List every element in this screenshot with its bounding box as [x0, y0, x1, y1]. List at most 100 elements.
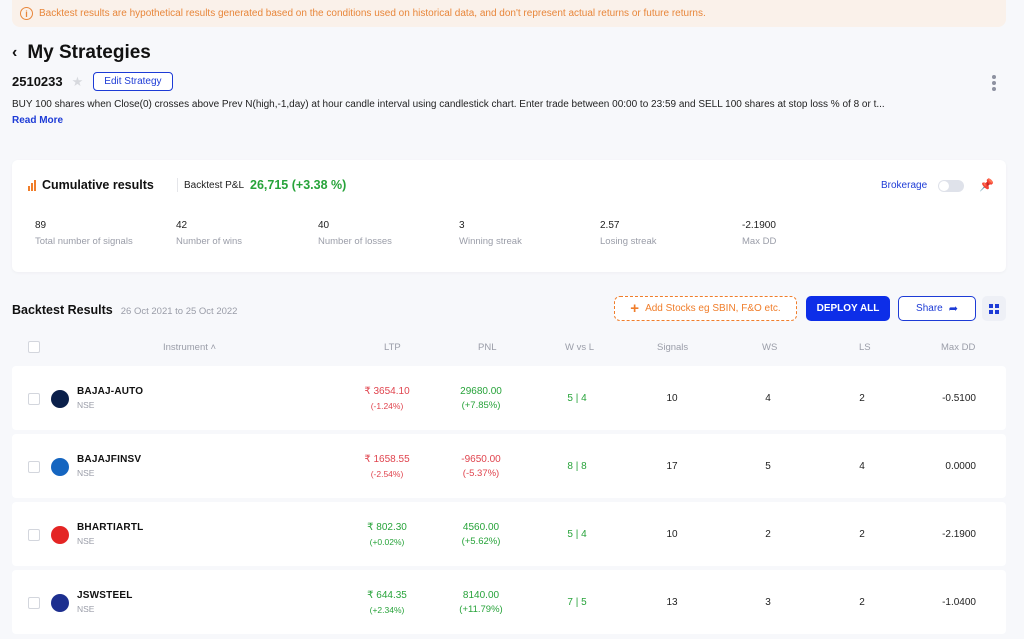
instrument-exchange: NSE — [77, 604, 95, 614]
signals-value: 10 — [666, 393, 678, 404]
stat-value: 89 — [35, 220, 47, 231]
pnl-value: 26,715 (+3.38 %) — [250, 178, 347, 192]
instrument-exchange: NSE — [77, 400, 95, 410]
pnl-percent: (+11.79%) — [459, 604, 503, 615]
disclaimer-banner: i Backtest results are hypothetical resu… — [12, 0, 1006, 27]
stat-label: Number of losses — [318, 236, 392, 247]
pnl-cell: -9650.00 (-5.37%) — [441, 454, 521, 479]
row-checkbox[interactable] — [28, 529, 40, 541]
results-date-range: 26 Oct 2021 to 25 Oct 2022 — [120, 306, 238, 317]
share-button[interactable]: Share ➦ — [898, 296, 976, 321]
more-options-icon[interactable] — [991, 75, 997, 91]
stock-logo-icon — [51, 458, 69, 476]
ls-value: 2 — [859, 529, 865, 540]
row-checkbox[interactable] — [28, 393, 40, 405]
ltp-change: (-2.54%) — [370, 469, 404, 479]
max-dd-value: -2.1900 — [942, 529, 976, 540]
edit-strategy-button[interactable]: Edit Strategy — [93, 72, 173, 91]
instrument-symbol: BAJAJFINSV — [77, 454, 142, 465]
deploy-all-button[interactable]: DEPLOY ALL — [806, 296, 890, 321]
page-title: My Strategies — [27, 42, 151, 63]
table-row[interactable]: BAJAJ-AUTO NSE ₹ 3654.10 (-1.24%) 29680.00 (+… — [12, 366, 1006, 430]
cumulative-results-card: Cumulative results Backtest P&L 26,715 (… — [12, 160, 1006, 272]
stat-winning-streak: 3 Winning streak — [459, 220, 522, 247]
row-checkbox[interactable] — [28, 461, 40, 473]
instrument-cell[interactable]: BAJAJ-AUTO NSE — [77, 386, 143, 410]
back-chevron-icon[interactable]: ‹ — [12, 44, 17, 62]
stat-label: Losing streak — [600, 236, 657, 247]
table-row[interactable]: BAJAJFINSV NSE ₹ 1658.55 (-2.54%) -9650.00 (-… — [12, 434, 1006, 498]
row-checkbox[interactable] — [28, 597, 40, 609]
stat-value: 2.57 — [600, 220, 620, 231]
grid-view-icon[interactable] — [982, 296, 1006, 321]
stock-logo-icon — [51, 594, 69, 612]
stock-logo-icon — [51, 390, 69, 408]
instrument-symbol: BAJAJ-AUTO — [77, 386, 144, 397]
backtest-pnl: Backtest P&L 26,715 (+3.38 %) — [177, 178, 346, 192]
ws-value: 2 — [765, 529, 771, 540]
w-vs-l-value: 7 | 5 — [567, 597, 587, 608]
stat-losses: 40 Number of losses — [318, 220, 392, 247]
pnl-cell: 4560.00 (+5.62%) — [441, 522, 521, 547]
header-w-vs-l: W vs L — [565, 342, 595, 353]
share-label: Share — [916, 303, 943, 314]
disclaimer-text: Backtest results are hypothetical result… — [39, 8, 706, 19]
ws-value: 5 — [765, 461, 771, 472]
stat-value: -2.1900 — [742, 220, 776, 231]
info-icon: i — [20, 7, 33, 20]
pnl-label: Backtest P&L — [184, 179, 245, 191]
backtest-results-header: Backtest Results 26 Oct 2021 to 25 Oct 2… — [12, 303, 237, 317]
header-ls: LS — [859, 342, 871, 353]
bar-chart-icon — [28, 179, 36, 191]
stat-value: 42 — [176, 220, 188, 231]
ltp-change: (+0.02%) — [369, 537, 405, 547]
w-vs-l-value: 5 | 4 — [567, 393, 587, 404]
stat-wins: 42 Number of wins — [176, 220, 242, 247]
pnl-amount: 8140.00 — [462, 590, 500, 601]
read-more-link[interactable]: Read More — [12, 115, 63, 126]
header-ws: WS — [762, 342, 778, 353]
add-stocks-button[interactable]: + Add Stocks eg SBIN, F&O etc. — [614, 296, 797, 321]
add-stocks-label: Add Stocks eg SBIN, F&O etc. — [645, 303, 781, 314]
instrument-cell[interactable]: JSWSTEEL NSE — [77, 590, 133, 614]
instrument-symbol: JSWSTEEL — [77, 590, 133, 601]
header-max-dd: Max DD — [941, 342, 976, 353]
ltp-price: ₹ 802.30 — [367, 522, 407, 533]
instrument-cell[interactable]: BAJAJFINSV NSE — [77, 454, 141, 478]
strategy-row: 2510233 ★ Edit Strategy — [12, 72, 173, 91]
table-row[interactable]: JSWSTEEL NSE ₹ 644.35 (+2.34%) 8140.00 (+11.7… — [12, 570, 1006, 634]
pnl-amount: 4560.00 — [462, 522, 500, 533]
stat-label: Max DD — [742, 236, 777, 247]
page-header: ‹ My Strategies — [12, 42, 151, 64]
signals-value: 13 — [666, 597, 678, 608]
stats-row: 89 Total number of signals 42 Number of … — [35, 220, 935, 250]
instrument-cell[interactable]: BHARTIARTL NSE — [77, 522, 143, 546]
results-title: Backtest Results — [12, 303, 113, 317]
pin-icon[interactable]: 📌 — [979, 178, 994, 192]
brokerage-toggle[interactable] — [938, 180, 964, 192]
stat-label: Winning streak — [459, 236, 522, 247]
ltp-price: ₹ 644.35 — [367, 590, 407, 601]
pnl-percent: (-5.37%) — [462, 468, 500, 479]
ltp-cell: ₹ 644.35 (+2.34%) — [347, 590, 427, 615]
max-dd-value: 0.0000 — [945, 461, 976, 472]
ltp-cell: ₹ 1658.55 (-2.54%) — [347, 454, 427, 479]
cumulative-title: Cumulative results — [28, 178, 154, 192]
instrument-symbol: BHARTIARTL — [77, 522, 144, 533]
ws-value: 4 — [765, 393, 771, 404]
instrument-exchange: NSE — [77, 536, 95, 546]
stat-losing-streak: 2.57 Losing streak — [600, 220, 657, 247]
stat-value: 3 — [459, 220, 465, 231]
ls-value: 2 — [859, 393, 865, 404]
select-all-checkbox[interactable] — [28, 341, 40, 353]
ltp-cell: ₹ 3654.10 (-1.24%) — [347, 386, 427, 411]
table-row[interactable]: BHARTIARTL NSE ₹ 802.30 (+0.02%) 4560.00 (+5.… — [12, 502, 1006, 566]
header-instrument[interactable]: Instrument ˄ — [163, 342, 216, 353]
pnl-amount: 29680.00 — [460, 386, 502, 397]
ls-value: 4 — [859, 461, 865, 472]
ltp-price: ₹ 1658.55 — [364, 454, 410, 465]
cumulative-label: Cumulative results — [42, 178, 154, 192]
signals-value: 17 — [666, 461, 678, 472]
star-icon[interactable]: ★ — [72, 74, 84, 90]
w-vs-l-value: 5 | 4 — [567, 529, 587, 540]
